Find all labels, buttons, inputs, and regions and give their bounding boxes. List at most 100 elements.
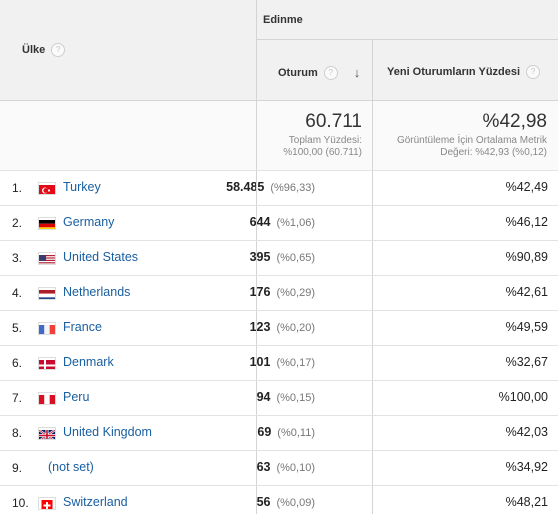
denmark-flag-icon xyxy=(38,357,56,370)
sessions-cell: 176 (%0,29) xyxy=(250,285,315,299)
country-link[interactable]: Denmark xyxy=(63,355,114,369)
sessions-value: 56 xyxy=(257,495,271,509)
sessions-percent: (%0,17) xyxy=(276,357,315,369)
row-divider xyxy=(0,310,558,311)
help-icon[interactable]: ? xyxy=(324,66,338,80)
sessions-value: 94 xyxy=(257,390,271,404)
sessions-cell: 644 (%1,06) xyxy=(250,215,315,229)
peru-flag-icon xyxy=(38,392,56,405)
total-sessions-caption: Toplam Yüzdesi: %100,00 (60.711) xyxy=(283,135,362,159)
new-sessions-rate-column-header[interactable]: Yeni Oturumların Yüzdesi ? xyxy=(387,65,540,79)
table-row: 6. Denmark 101 (%0,17) %32,67 xyxy=(0,345,558,380)
total-sessions-caption-line2: %100,00 (60.711) xyxy=(283,147,362,159)
country-link[interactable]: France xyxy=(63,320,102,334)
sessions-cell: 69 (%0,11) xyxy=(257,425,315,439)
sessions-cell: 63(%0,10) xyxy=(257,460,315,474)
total-new-sessions-rate-caption: Görüntüleme İçin Ortalama Metrik Değeri:… xyxy=(397,135,547,159)
sessions-value: 69 xyxy=(257,425,271,439)
sessions-percent: (%0,10) xyxy=(276,462,315,474)
germany-flag-icon xyxy=(38,217,56,230)
row-index: 3. xyxy=(12,251,22,265)
country-column-header: Ülke ? xyxy=(22,43,65,57)
table-row: 7. Peru 94 (%0,15) %100,00 xyxy=(0,380,558,415)
sessions-percent: (%0,09) xyxy=(276,497,315,509)
new-sessions-rate-cell: %100,00 xyxy=(499,390,548,404)
row-divider xyxy=(0,380,558,381)
country-link[interactable]: Turkey xyxy=(63,180,101,194)
country-link[interactable]: Netherlands xyxy=(63,285,130,299)
acquisition-group-header: Edinme xyxy=(263,14,303,26)
new-sessions-rate-cell: %42,49 xyxy=(506,180,548,194)
row-index: 5. xyxy=(12,321,22,335)
country-link[interactable]: United Kingdom xyxy=(63,425,152,439)
new-sessions-rate-cell: %48,21 xyxy=(506,495,548,509)
row-divider xyxy=(0,205,558,206)
sessions-cell: 56 (%0,09) xyxy=(257,495,315,509)
sessions-value: 395 xyxy=(250,250,271,264)
table-row: 8.United Kingdom69(%0,11)%42,03 xyxy=(0,415,558,450)
row-index: 7. xyxy=(12,391,22,405)
row-index: 9. xyxy=(12,461,22,475)
table-row: 1. Turkey 58.485(%96,33) %42,49 xyxy=(0,170,558,205)
sessions-percent: (%1,06) xyxy=(276,217,315,229)
total-new-rate-caption-line1: Görüntüleme İçin Ortalama Metrik xyxy=(397,135,547,147)
new-sessions-rate-label[interactable]: Yeni Oturumların Yüzdesi xyxy=(387,66,520,78)
sessions-percent: (%0,20) xyxy=(276,322,315,334)
sessions-percent: (%0,65) xyxy=(276,252,315,264)
row-divider xyxy=(0,485,558,486)
row-divider xyxy=(0,450,558,451)
sessions-column-header[interactable]: Oturum ? ↓ xyxy=(278,65,360,80)
sort-descending-icon[interactable]: ↓ xyxy=(354,65,361,80)
new-sessions-rate-cell: %49,59 xyxy=(506,320,548,334)
total-sessions-caption-line1: Toplam Yüzdesi: xyxy=(283,135,362,147)
sessions-cell: 101 (%0,17) xyxy=(250,355,315,369)
sessions-percent: (%96,33) xyxy=(270,182,315,194)
country-link[interactable]: Switzerland xyxy=(63,495,128,509)
sessions-value: 176 xyxy=(250,285,271,299)
help-icon[interactable]: ? xyxy=(51,43,65,57)
sessions-cell: 58.485(%96,33) xyxy=(226,180,315,194)
sessions-column-label[interactable]: Oturum xyxy=(278,67,318,79)
sessions-cell: 395 (%0,65) xyxy=(250,250,315,264)
new-sessions-rate-cell: %90,89 xyxy=(506,250,548,264)
row-index: 6. xyxy=(12,356,22,370)
sessions-value: 101 xyxy=(250,355,271,369)
table-row: 2.Germany644(%1,06)%46,12 xyxy=(0,205,558,240)
totals-row: 60.711 Toplam Yüzdesi: %100,00 (60.711) … xyxy=(0,100,558,170)
country-column-label: Ülke xyxy=(22,44,45,56)
header-divider xyxy=(0,100,558,101)
sessions-cell: 94 (%0,15) xyxy=(257,390,315,404)
total-new-rate-caption-line2: Değeri: %42,93 (%0,12) xyxy=(397,147,547,159)
usa-flag-icon xyxy=(38,252,56,265)
table-row: 9.(not set)63(%0,10)%34,92 xyxy=(0,450,558,485)
new-sessions-rate-cell: %42,61 xyxy=(506,285,548,299)
new-sessions-rate-cell: %32,67 xyxy=(506,355,548,369)
row-index: 1. xyxy=(12,181,22,195)
netherlands-flag-icon xyxy=(38,287,56,300)
column-divider xyxy=(372,39,373,514)
country-link[interactable]: (not set) xyxy=(48,460,94,474)
row-index: 8. xyxy=(12,426,22,440)
row-divider xyxy=(0,415,558,416)
sessions-cell: 123 (%0,20) xyxy=(250,320,315,334)
help-icon[interactable]: ? xyxy=(526,65,540,79)
sessions-percent: (%0,15) xyxy=(276,392,315,404)
country-link[interactable]: United States xyxy=(63,250,138,264)
country-link[interactable]: Peru xyxy=(63,390,89,404)
switzerland-flag-icon xyxy=(38,497,56,510)
row-index: 2. xyxy=(12,216,22,230)
country-report-table: Ülke ? Edinme Oturum ? ↓ Yeni Oturumları… xyxy=(0,0,558,514)
table-row: 3. United States 395 (%0,65) %90,89 xyxy=(0,240,558,275)
row-divider xyxy=(0,345,558,346)
sessions-percent: (%0,11) xyxy=(277,427,315,439)
france-flag-icon xyxy=(38,322,56,335)
row-divider xyxy=(0,240,558,241)
turkey-flag-icon xyxy=(38,182,56,195)
sessions-percent: (%0,29) xyxy=(276,287,315,299)
row-divider xyxy=(0,170,558,171)
sessions-value: 123 xyxy=(250,320,271,334)
sessions-value: 644 xyxy=(250,215,271,229)
row-divider xyxy=(0,275,558,276)
table-row: 4.Netherlands176(%0,29)%42,61 xyxy=(0,275,558,310)
country-link[interactable]: Germany xyxy=(63,215,114,229)
